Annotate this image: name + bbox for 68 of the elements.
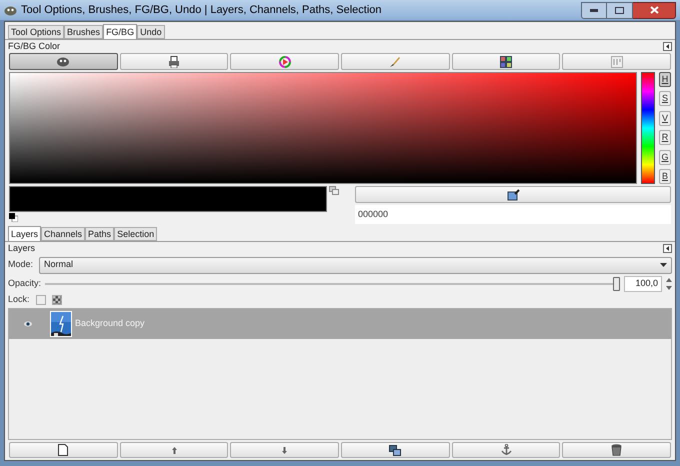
slider-thumb[interactable] [613, 277, 620, 291]
saturation-value-area[interactable] [9, 72, 637, 184]
trash-icon [611, 444, 622, 456]
anchor-icon [500, 444, 512, 456]
tab[interactable]: Channels [41, 227, 86, 241]
page-icon [58, 444, 68, 456]
channel-button[interactable]: V [659, 110, 671, 126]
mode-label: Mode: [8, 258, 34, 272]
dog-icon [56, 56, 70, 67]
hue-strip[interactable] [641, 72, 655, 184]
color-selector-button[interactable] [9, 53, 118, 70]
channel-button[interactable]: B [659, 168, 671, 184]
maximize-icon [615, 6, 624, 14]
up-arrow-icon [172, 446, 176, 454]
grid-icon [500, 56, 512, 68]
brush-icon [389, 56, 402, 68]
foreground-swatch[interactable] [9, 186, 327, 212]
channel-button[interactable]: G [659, 150, 671, 165]
spin-arrows-icon[interactable] [666, 277, 672, 291]
opacity-label: Opacity: [8, 277, 42, 290]
tab[interactable]: Layers [8, 226, 42, 241]
tab[interactable]: Selection [114, 227, 158, 241]
tab[interactable]: Tool Options [8, 25, 64, 39]
new-layer-button[interactable] [9, 442, 118, 458]
lock-alpha-checkbox[interactable] [52, 295, 62, 305]
down-arrow-icon [282, 446, 288, 454]
eyedropper-icon [506, 188, 520, 200]
panel-title: Layers [8, 242, 36, 255]
panel-title: FG/BG Color [8, 40, 60, 53]
hex-field[interactable]: 000000 [355, 205, 671, 224]
channel-button[interactable]: H [659, 72, 671, 87]
close-icon [650, 6, 658, 14]
tab[interactable]: Paths [85, 227, 114, 241]
channel-button[interactable]: S [659, 91, 671, 106]
channel-button[interactable]: R [659, 130, 671, 146]
panel-menu-icon[interactable] [663, 244, 672, 253]
layer-name: Background copy [75, 317, 145, 330]
minimize-icon [590, 8, 598, 12]
duplicate-icon [389, 444, 402, 456]
dropdown-arrow-icon [660, 263, 667, 267]
tab[interactable]: Brushes [64, 25, 104, 39]
opacity-field[interactable]: 100,0 [624, 276, 662, 292]
tab[interactable]: Undo [137, 25, 165, 39]
eye-icon[interactable] [24, 321, 32, 327]
panel-menu-icon[interactable] [663, 42, 672, 51]
minimize-button[interactable] [581, 2, 607, 18]
dog-icon [4, 4, 17, 16]
color-selector-button[interactable] [562, 53, 672, 70]
maximize-button[interactable] [607, 2, 633, 18]
delete-layer-button[interactable] [562, 442, 672, 458]
swap-icon[interactable] [329, 186, 339, 195]
color-selector-button[interactable] [452, 53, 560, 70]
color-selector-button[interactable] [120, 53, 228, 70]
duplicate-layer-button[interactable] [341, 442, 450, 458]
color-wheel-icon [278, 56, 291, 68]
tab[interactable]: FG/BG [103, 24, 138, 39]
color-selector-button[interactable] [230, 53, 340, 70]
lock-label: Lock: [8, 293, 30, 306]
opacity-slider[interactable] [45, 277, 620, 291]
default-colors-icon[interactable] [9, 213, 18, 222]
lock-pixels-checkbox[interactable] [36, 295, 46, 305]
color-picker-button[interactable] [355, 186, 671, 203]
mode-dropdown[interactable]: Normal [39, 256, 672, 274]
palette-icon [610, 56, 623, 68]
color-selector-button[interactable] [341, 53, 450, 70]
window-title: Tool Options, Brushes, FG/BG, Undo | Layers, Channels, Paths, Selection [21, 2, 382, 18]
printer-icon [168, 56, 180, 68]
close-button[interactable] [633, 2, 676, 18]
